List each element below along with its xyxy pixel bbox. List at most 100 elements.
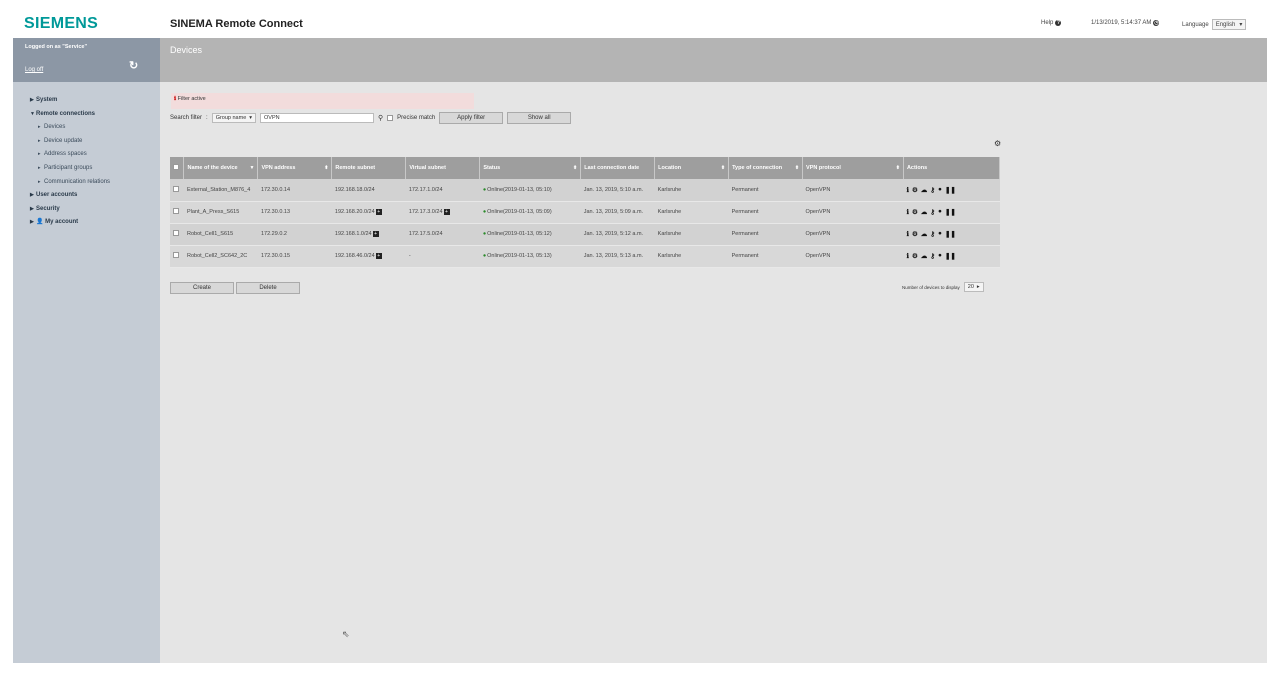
cell-protocol: OpenVPN — [802, 223, 904, 246]
col-remote-subnet[interactable]: Remote subnet — [331, 157, 407, 179]
record-icon[interactable]: ● — [938, 208, 942, 216]
col-vpn-address[interactable]: VPN address ⬍ — [257, 157, 333, 179]
table-row[interactable]: Robot_Cell2_SC642_2C 172.30.0.15 192.168… — [170, 245, 1000, 268]
sidebar-item-device-update[interactable]: ▸ Device update — [30, 135, 110, 149]
cell-status: ●Online(2019-01-13, 05:10) — [479, 179, 581, 202]
language-select[interactable]: English ▾ — [1211, 19, 1247, 30]
precise-match-label: Precise match — [397, 115, 436, 121]
select-all-checkbox[interactable] — [173, 164, 179, 170]
cloud-icon[interactable]: ☁ — [921, 230, 928, 238]
logoff-link[interactable]: Log off — [25, 67, 43, 73]
dropdown-arrow-icon: ▾ — [249, 115, 253, 121]
col-status[interactable]: Status ⬍ — [479, 157, 582, 179]
table-settings-icon[interactable]: ⚙ — [994, 139, 1001, 148]
per-page-select[interactable]: 20 ▸ — [963, 282, 984, 292]
online-status-icon: ● — [482, 253, 487, 259]
delete-button[interactable]: Delete — [236, 282, 300, 294]
sort-icon: ⬍ — [573, 165, 578, 171]
row-actions: ℹ ⚙ ☁ ⚷ ● ❚❚ — [906, 186, 996, 194]
search-input[interactable]: OVPN — [260, 113, 375, 123]
record-icon[interactable]: ● — [938, 186, 942, 194]
col-connection-type[interactable]: Type of connection ⬍ — [728, 157, 804, 179]
cell-location: Karlsruhe — [654, 223, 729, 246]
sidebar-item-system[interactable]: ▶ System — [30, 94, 110, 108]
row-checkbox[interactable] — [173, 208, 179, 214]
row-checkbox[interactable] — [173, 252, 179, 258]
table-row[interactable]: Plant_A_Press_S615 172.30.0.13 192.168.2… — [170, 201, 1000, 224]
cell-virtual-subnet: 172.17.1.0/24 — [405, 179, 480, 202]
sidebar-item-security[interactable]: ▶ Security — [30, 203, 110, 217]
expand-subnet-icon[interactable]: + — [372, 231, 379, 237]
sidebar-item-my-account[interactable]: ▶ 👤 My account — [30, 216, 110, 230]
key-icon[interactable]: ⚷ — [930, 252, 935, 260]
cell-location: Karlsruhe — [654, 245, 729, 268]
table-row[interactable]: Robot_Cell1_S615 172.29.0.2 192.168.1.0/… — [170, 223, 1000, 246]
key-icon[interactable]: ⚷ — [930, 230, 935, 238]
expand-subnet-icon[interactable]: + — [375, 253, 382, 259]
info-icon[interactable]: ℹ — [906, 186, 908, 194]
expand-subnet-icon[interactable]: + — [443, 209, 450, 215]
settings-icon[interactable]: ⚙ — [912, 186, 918, 194]
row-checkbox[interactable] — [173, 230, 179, 236]
filter-field-select[interactable]: Group name ▾ — [211, 113, 257, 123]
pause-icon[interactable]: ❚❚ — [945, 208, 956, 216]
sidebar-item-user-accounts[interactable]: ▶ User accounts — [30, 189, 110, 203]
precise-match-checkbox[interactable] — [387, 115, 394, 121]
create-button[interactable]: Create — [170, 282, 234, 294]
cloud-icon[interactable]: ☁ — [921, 186, 928, 194]
sidebar-header: Logged on as "Service" Log off ↻ — [13, 38, 160, 82]
apply-filter-button[interactable]: Apply filter — [439, 112, 504, 124]
table-row[interactable]: External_Station_M876_4 172.30.0.14 192.… — [170, 179, 1000, 202]
cell-type: Permanent — [728, 201, 803, 224]
col-virtual-subnet[interactable]: Virtual subnet — [405, 157, 481, 179]
sidebar-item-devices[interactable]: ▸ Devices — [30, 121, 110, 135]
sidebar-item-participant-groups[interactable]: ▸ Participant groups — [30, 162, 110, 176]
pause-icon[interactable]: ❚❚ — [945, 230, 956, 238]
siemens-logo[interactable]: SIEMENS — [24, 15, 98, 33]
info-icon: ℹ — [174, 96, 177, 102]
datetime-display: 1/13/2019, 5:14:37 AM ◷ — [1091, 20, 1160, 26]
cell-last-connection: Jan. 13, 2019, 5:10 a.m. — [580, 179, 655, 202]
sidebar-item-address-spaces[interactable]: ▸ Address spaces — [30, 148, 110, 162]
key-icon[interactable]: ⚷ — [930, 186, 935, 194]
expand-subnet-icon[interactable]: + — [375, 209, 382, 215]
main-content: Devices ℹ Filter active Search filter: G… — [160, 38, 1267, 663]
pause-icon[interactable]: ❚❚ — [945, 186, 956, 194]
col-last-connection[interactable]: Last connection date — [580, 157, 656, 179]
record-icon[interactable]: ● — [938, 252, 942, 260]
help-link[interactable]: Help ? — [1041, 20, 1062, 26]
settings-icon[interactable]: ⚙ — [912, 252, 918, 260]
select-all-header[interactable] — [170, 157, 185, 179]
sidebar-item-remote-connections[interactable]: ▼Remote connections — [30, 108, 110, 122]
refresh-icon[interactable]: ↻ — [129, 59, 138, 72]
cell-vpn: 172.30.0.13 — [257, 201, 332, 224]
sidebar-item-communication-relations[interactable]: ▸ Communication relations — [30, 176, 110, 190]
sidebar-item-label: My account — [45, 219, 79, 226]
cell-protocol: OpenVPN — [802, 201, 904, 224]
col-location[interactable]: Location ⬍ — [654, 157, 730, 179]
row-actions: ℹ ⚙ ☁ ⚷ ● ❚❚ — [906, 230, 996, 238]
language-label: Language — [1182, 21, 1209, 28]
show-all-button[interactable]: Show all — [507, 112, 572, 124]
cell-status: ●Online(2019-01-13, 05:09) — [479, 201, 581, 224]
info-icon[interactable]: ℹ — [906, 208, 908, 216]
record-icon[interactable]: ● — [938, 230, 942, 238]
col-name[interactable]: Name of the device ▼ — [183, 157, 259, 179]
cloud-icon[interactable]: ☁ — [921, 208, 928, 216]
cell-type: Permanent — [728, 179, 803, 202]
help-icon: ? — [1055, 20, 1062, 26]
cell-last-connection: Jan. 13, 2019, 5:13 a.m. — [580, 245, 655, 268]
pause-icon[interactable]: ❚❚ — [945, 252, 956, 260]
key-icon[interactable]: ⚷ — [930, 208, 935, 216]
settings-icon[interactable]: ⚙ — [912, 230, 918, 238]
info-icon[interactable]: ℹ — [906, 252, 908, 260]
search-icon[interactable]: ⚲ — [378, 114, 383, 122]
col-vpn-protocol[interactable]: VPN protocol ⬍ — [802, 157, 904, 179]
sidebar-nav: ▶ System ▼Remote connections ▸ Devices ▸ De… — [30, 94, 110, 230]
cell-virtual-subnet: 172.17.5.0/24 — [405, 223, 480, 246]
cloud-icon[interactable]: ☁ — [921, 252, 928, 260]
cell-location: Karlsruhe — [654, 179, 729, 202]
settings-icon[interactable]: ⚙ — [912, 208, 918, 216]
row-checkbox[interactable] — [173, 185, 179, 192]
info-icon[interactable]: ℹ — [906, 230, 908, 238]
